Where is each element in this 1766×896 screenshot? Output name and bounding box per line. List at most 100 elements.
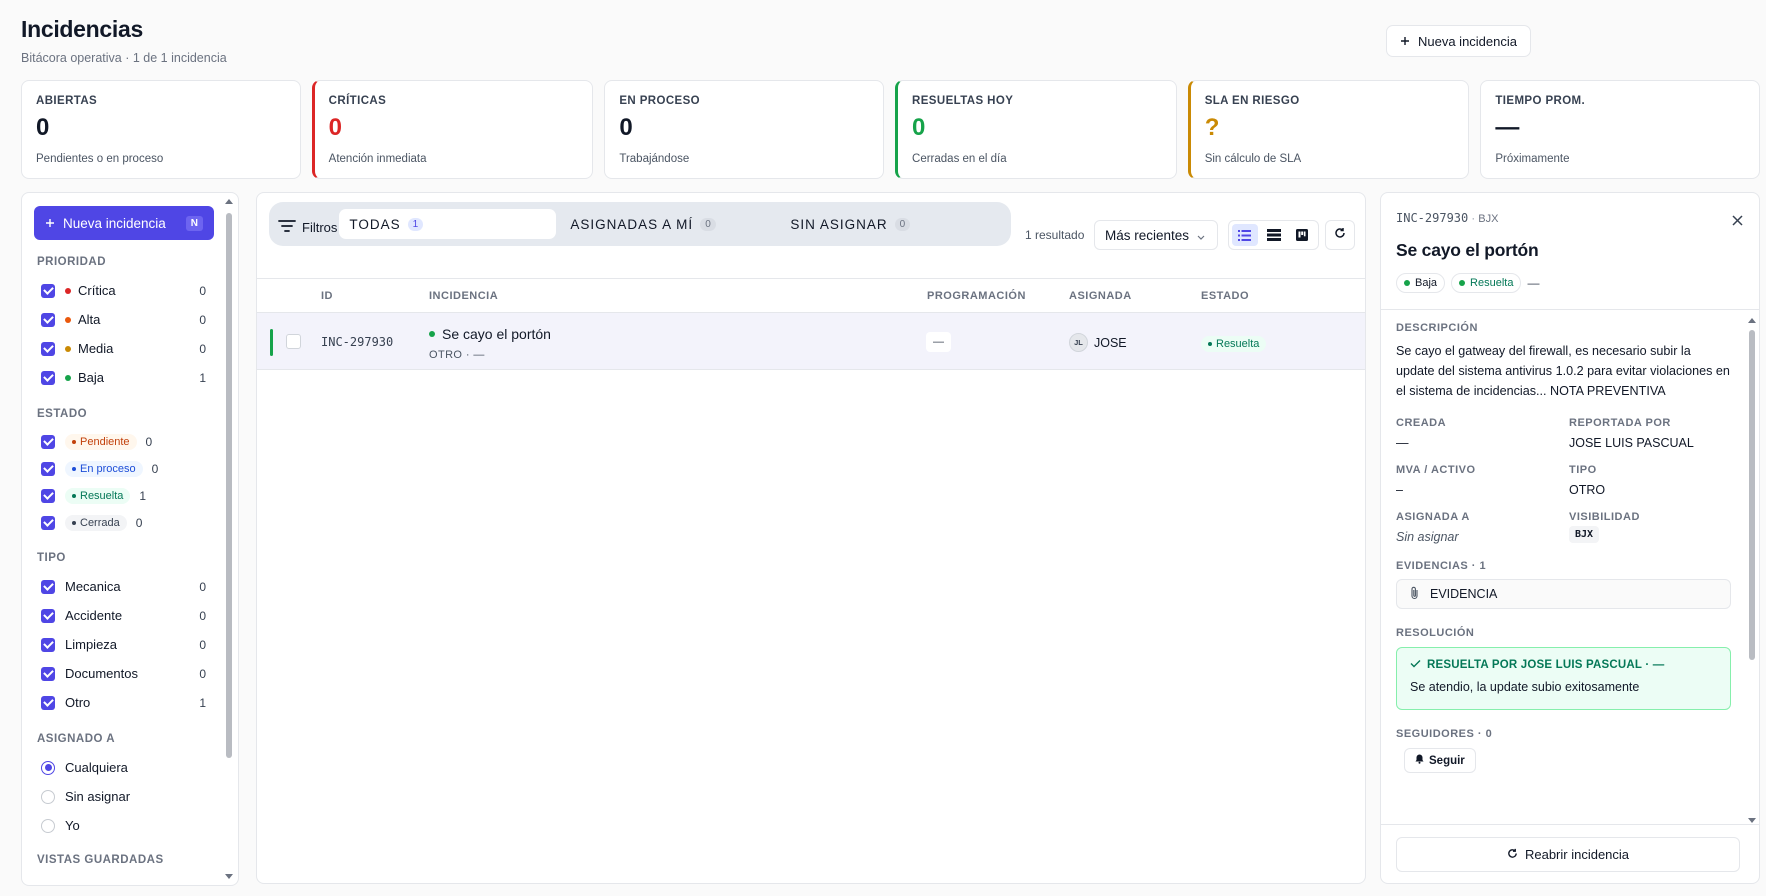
filter-tipo-mecanica[interactable]: Mecanica 0	[34, 572, 214, 601]
radio-button[interactable]	[41, 818, 55, 833]
filter-tipo-limpieza[interactable]: Limpieza 0	[34, 630, 214, 659]
filter-estado-cerrada[interactable]: Cerrada 0	[34, 509, 214, 536]
stats-row: ABIERTAS 0 Pendientes o en proceso CRÍTI…	[21, 80, 1761, 179]
status-chip: Pendiente	[65, 433, 137, 450]
radio-yo[interactable]: Yo	[34, 811, 214, 840]
stat-value: —	[1495, 114, 1520, 141]
field-label: REPORTADA POR	[1569, 417, 1671, 429]
col-header-programacion: PROGRAMACIÓN	[927, 290, 1026, 302]
radio-button[interactable]	[41, 760, 55, 775]
new-incident-label: Nueva incidencia	[1417, 33, 1517, 49]
checkbox[interactable]	[41, 312, 55, 327]
scroll-thumb[interactable]	[226, 213, 232, 758]
filter-tipo-accidente[interactable]: Accidente 0	[34, 601, 214, 630]
scroll-down-arrow[interactable]	[225, 874, 233, 879]
stat-label: ABIERTAS	[36, 95, 98, 107]
shortcut-badge: N	[185, 215, 203, 231]
page-title: Incidencias	[21, 16, 143, 42]
checkbox[interactable]	[41, 341, 55, 356]
row-programacion: —	[926, 332, 951, 352]
filter-count: 0	[145, 434, 153, 449]
row-title[interactable]: Se cayo el portón	[429, 326, 551, 342]
detail-body: DESCRIPCIÓN Se cayo el gatweay del firew…	[1381, 310, 1759, 826]
checkbox[interactable]	[41, 608, 55, 623]
evidence-item[interactable]: EVIDENCIA	[1396, 579, 1731, 609]
board-view-icon[interactable]	[1289, 224, 1315, 246]
filter-label: Alta	[78, 312, 101, 327]
checkbox[interactable]	[41, 579, 55, 594]
scroll-up-arrow[interactable]	[1748, 318, 1756, 323]
row-assignee: JL JOSE	[1069, 333, 1127, 352]
follow-button[interactable]: Seguir	[1404, 748, 1476, 773]
row-checkbox[interactable]	[286, 334, 301, 349]
section-title-prioridad: PRIORIDAD	[37, 256, 107, 268]
checkbox[interactable]	[41, 283, 55, 298]
filter-count: 0	[199, 608, 206, 623]
scroll-up-arrow[interactable]	[225, 199, 233, 204]
row-meta: OTRO · —	[429, 349, 485, 361]
radio-button[interactable]	[41, 789, 55, 804]
radio-sin-asignar[interactable]: Sin asignar	[34, 782, 214, 811]
tab-asignadas-a-mi[interactable]: ASIGNADAS A MÍ 0	[570, 209, 778, 239]
filter-tipo-otro[interactable]: Otro 1	[34, 688, 214, 717]
filter-estado-resuelta[interactable]: Resuelta 1	[34, 482, 214, 509]
close-icon[interactable]	[1732, 213, 1743, 231]
filter-label: Mecanica	[65, 579, 121, 594]
refresh-button[interactable]	[1325, 220, 1355, 250]
filter-prioridad-media[interactable]: Media 0	[34, 334, 214, 363]
paperclip-icon	[1410, 586, 1419, 603]
scroll-down-arrow[interactable]	[1748, 818, 1756, 823]
checkbox[interactable]	[41, 488, 55, 503]
view-switcher	[1228, 220, 1319, 250]
page-subtitle: Bitácora operativa · 1 de 1 incidencia	[21, 51, 227, 65]
resolution-text: Se atendio, la update subio exitosamente	[1410, 680, 1640, 694]
detail-scrollbar[interactable]	[1747, 318, 1757, 823]
sort-select[interactable]: Más recientes	[1094, 220, 1218, 250]
sort-label: Más recientes	[1105, 227, 1190, 243]
check-icon	[1410, 659, 1421, 671]
checkbox[interactable]	[41, 695, 55, 710]
tab-todas[interactable]: TODAS 1	[339, 209, 557, 239]
bell-icon	[1415, 754, 1424, 767]
filter-count: 0	[199, 637, 206, 652]
field-label: ASIGNADA A	[1396, 511, 1470, 523]
scroll-thumb[interactable]	[1749, 330, 1755, 660]
detail-tag-dash: —	[1527, 276, 1540, 290]
filter-prioridad-critica[interactable]: Crítica 0	[34, 276, 214, 305]
filter-prioridad-alta[interactable]: Alta 0	[34, 305, 214, 334]
checkbox[interactable]	[41, 666, 55, 681]
refresh-icon	[1507, 847, 1518, 862]
radio-cualquiera[interactable]: Cualquiera	[34, 753, 214, 782]
new-incident-button-sidebar[interactable]: Nueva incidencia N	[34, 206, 214, 240]
filter-label: Limpieza	[65, 637, 118, 652]
filter-count: 0	[199, 312, 206, 327]
tab-sin-asignar[interactable]: SIN ASIGNAR 0	[790, 209, 911, 239]
checkbox[interactable]	[41, 515, 55, 530]
stat-hint: Próximamente	[1495, 153, 1570, 165]
filter-tipo-documentos[interactable]: Documentos 0	[34, 659, 214, 688]
list-view-icon[interactable]	[1232, 224, 1258, 246]
new-incident-button-header[interactable]: Nueva incidencia	[1386, 25, 1531, 57]
checkbox[interactable]	[41, 637, 55, 652]
section-title-estado: ESTADO	[37, 408, 88, 420]
filter-estado-pendiente[interactable]: Pendiente 0	[34, 428, 214, 455]
tab-count: 0	[894, 217, 911, 231]
seguidores-label: SEGUIDORES · 0	[1396, 728, 1493, 740]
detail-title: Se cayo el portón	[1396, 240, 1539, 260]
filter-prioridad-baja[interactable]: Baja 1	[34, 363, 214, 392]
filters-toggle[interactable]: Filtros	[278, 219, 337, 236]
table-row[interactable]: INC-297930 Se cayo el portón OTRO · — — …	[257, 313, 1365, 370]
stat-value: 0	[328, 114, 343, 141]
checkbox[interactable]	[41, 370, 55, 385]
filter-label: Otro	[65, 695, 91, 710]
checkbox[interactable]	[41, 434, 55, 449]
stat-hint: Atención inmediata	[328, 153, 427, 165]
checkbox[interactable]	[41, 461, 55, 476]
filter-estado-en-proceso[interactable]: En proceso 0	[34, 455, 214, 482]
stat-value: 0	[912, 114, 926, 141]
radio-label: Cualquiera	[65, 760, 128, 775]
filters-scrollbar[interactable]	[224, 193, 234, 885]
compact-view-icon[interactable]	[1261, 224, 1287, 246]
reopen-button[interactable]: Reabrir incidencia	[1396, 837, 1740, 872]
field-value: OTRO	[1569, 483, 1606, 497]
